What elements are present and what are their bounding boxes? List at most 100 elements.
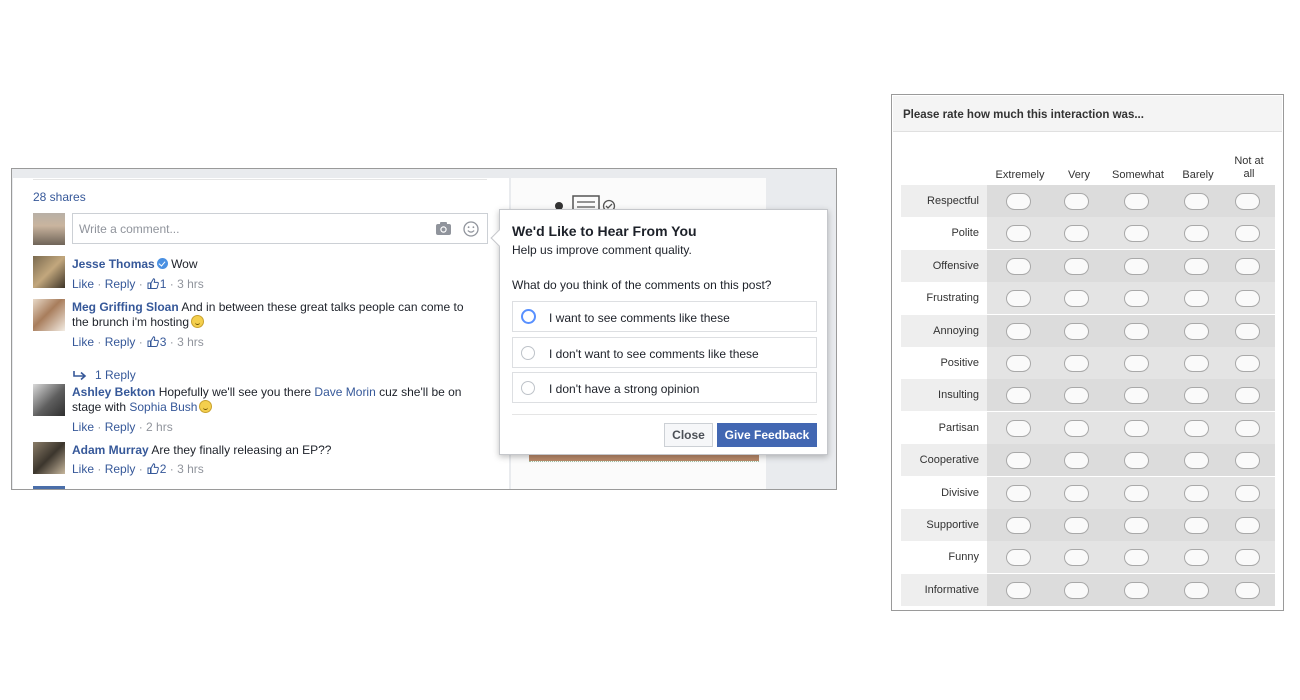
- rating-radio-barely[interactable]: [1184, 517, 1209, 534]
- reply-link[interactable]: Reply: [105, 335, 136, 349]
- comment-time[interactable]: 3 hrs: [177, 277, 204, 291]
- option-dont-want-comments[interactable]: I don't want to see comments like these: [512, 337, 817, 368]
- view-replies-link[interactable]: 1 Reply: [95, 368, 136, 382]
- radio-button[interactable]: [521, 381, 535, 395]
- comment-time[interactable]: 3 hrs: [177, 335, 204, 349]
- like-link[interactable]: Like: [72, 335, 94, 349]
- rating-radio-somewhat[interactable]: [1124, 322, 1149, 340]
- like-link[interactable]: Like: [72, 277, 94, 291]
- avatar[interactable]: [33, 299, 65, 331]
- avatar[interactable]: [33, 442, 65, 474]
- rating-radio-somewhat[interactable]: [1124, 193, 1149, 210]
- rating-radio-extremely[interactable]: [1006, 452, 1031, 470]
- reply-link[interactable]: Reply: [105, 277, 136, 291]
- rating-radio-barely[interactable]: [1184, 549, 1209, 567]
- rating-radio-barely[interactable]: [1184, 225, 1209, 243]
- commenter-name[interactable]: Meg Griffing Sloan: [72, 300, 179, 314]
- rating-radio-somewhat[interactable]: [1124, 257, 1149, 275]
- rating-radio-very[interactable]: [1064, 387, 1089, 405]
- rating-radio-extremely[interactable]: [1006, 517, 1031, 534]
- commenter-name[interactable]: Jesse Thomas: [72, 257, 155, 271]
- rating-radio-extremely[interactable]: [1006, 581, 1031, 599]
- rating-radio-not-at-all[interactable]: [1235, 452, 1260, 470]
- rating-radio-somewhat[interactable]: [1124, 419, 1149, 437]
- rating-radio-not-at-all[interactable]: [1235, 193, 1260, 210]
- rating-radio-not-at-all[interactable]: [1235, 484, 1260, 502]
- commenter-name[interactable]: Ashley Bekton: [72, 385, 155, 399]
- rating-radio-somewhat[interactable]: [1124, 581, 1149, 599]
- like-count[interactable]: 1: [160, 277, 167, 291]
- rating-radio-very[interactable]: [1064, 355, 1089, 372]
- rating-radio-somewhat[interactable]: [1124, 355, 1149, 372]
- rating-radio-extremely[interactable]: [1006, 484, 1031, 502]
- rating-radio-very[interactable]: [1064, 452, 1089, 470]
- rating-radio-very[interactable]: [1064, 549, 1089, 567]
- shares-link[interactable]: 28 shares: [33, 190, 86, 204]
- rating-radio-extremely[interactable]: [1006, 419, 1031, 437]
- comment-time[interactable]: 3 hrs: [177, 462, 204, 476]
- rating-radio-barely[interactable]: [1184, 581, 1209, 599]
- give-feedback-button[interactable]: Give Feedback: [717, 423, 817, 447]
- mention-link[interactable]: Sophia Bush: [129, 400, 197, 414]
- rating-radio-extremely[interactable]: [1006, 387, 1031, 405]
- mention-link[interactable]: Dave Morin: [314, 385, 375, 399]
- like-link[interactable]: Like: [72, 420, 94, 434]
- rating-radio-very[interactable]: [1064, 290, 1089, 308]
- option-want-comments[interactable]: I want to see comments like these: [512, 301, 817, 332]
- rating-radio-barely[interactable]: [1184, 257, 1209, 275]
- rating-radio-not-at-all[interactable]: [1235, 387, 1260, 405]
- reply-link[interactable]: Reply: [105, 462, 136, 476]
- rating-radio-very[interactable]: [1064, 322, 1089, 340]
- rating-radio-barely[interactable]: [1184, 193, 1209, 210]
- avatar[interactable]: [33, 256, 65, 288]
- rating-radio-extremely[interactable]: [1006, 193, 1031, 210]
- rating-radio-very[interactable]: [1064, 193, 1089, 210]
- like-count[interactable]: 2: [160, 462, 167, 476]
- rating-radio-barely[interactable]: [1184, 419, 1209, 437]
- rating-radio-not-at-all[interactable]: [1235, 290, 1260, 308]
- rating-radio-barely[interactable]: [1184, 452, 1209, 470]
- rating-radio-extremely[interactable]: [1006, 322, 1031, 340]
- rating-radio-barely[interactable]: [1184, 387, 1209, 405]
- rating-radio-very[interactable]: [1064, 419, 1089, 437]
- like-count[interactable]: 3: [160, 335, 167, 349]
- rating-radio-not-at-all[interactable]: [1235, 549, 1260, 567]
- rating-radio-not-at-all[interactable]: [1235, 257, 1260, 275]
- rating-radio-somewhat[interactable]: [1124, 484, 1149, 502]
- rating-radio-extremely[interactable]: [1006, 549, 1031, 567]
- rating-radio-extremely[interactable]: [1006, 290, 1031, 308]
- rating-radio-extremely[interactable]: [1006, 257, 1031, 275]
- rating-radio-somewhat[interactable]: [1124, 387, 1149, 405]
- rating-radio-somewhat[interactable]: [1124, 517, 1149, 534]
- rating-radio-somewhat[interactable]: [1124, 452, 1149, 470]
- rating-radio-not-at-all[interactable]: [1235, 225, 1260, 243]
- rating-radio-barely[interactable]: [1184, 355, 1209, 372]
- rating-radio-very[interactable]: [1064, 517, 1089, 534]
- option-no-opinion[interactable]: I don't have a strong opinion: [512, 372, 817, 403]
- rating-radio-barely[interactable]: [1184, 290, 1209, 308]
- commenter-name[interactable]: Adam Murray: [72, 443, 149, 457]
- rating-radio-not-at-all[interactable]: [1235, 517, 1260, 534]
- rating-radio-very[interactable]: [1064, 257, 1089, 275]
- camera-icon[interactable]: [435, 221, 452, 236]
- radio-button[interactable]: [521, 346, 535, 360]
- close-button[interactable]: Close: [664, 423, 713, 447]
- rating-radio-extremely[interactable]: [1006, 225, 1031, 243]
- radio-button[interactable]: [521, 309, 536, 324]
- reply-link[interactable]: Reply: [105, 420, 136, 434]
- avatar[interactable]: [33, 384, 65, 416]
- comment-input[interactable]: Write a comment...: [72, 213, 488, 244]
- rating-radio-not-at-all[interactable]: [1235, 355, 1260, 372]
- rating-radio-not-at-all[interactable]: [1235, 581, 1260, 599]
- rating-radio-not-at-all[interactable]: [1235, 322, 1260, 340]
- comment-time[interactable]: 2 hrs: [146, 420, 173, 434]
- rating-radio-barely[interactable]: [1184, 484, 1209, 502]
- emoji-icon[interactable]: [463, 221, 479, 237]
- rating-radio-barely[interactable]: [1184, 322, 1209, 340]
- rating-radio-very[interactable]: [1064, 225, 1089, 243]
- rating-radio-very[interactable]: [1064, 484, 1089, 502]
- rating-radio-somewhat[interactable]: [1124, 225, 1149, 243]
- rating-radio-extremely[interactable]: [1006, 355, 1031, 372]
- rating-radio-somewhat[interactable]: [1124, 290, 1149, 308]
- rating-radio-somewhat[interactable]: [1124, 549, 1149, 567]
